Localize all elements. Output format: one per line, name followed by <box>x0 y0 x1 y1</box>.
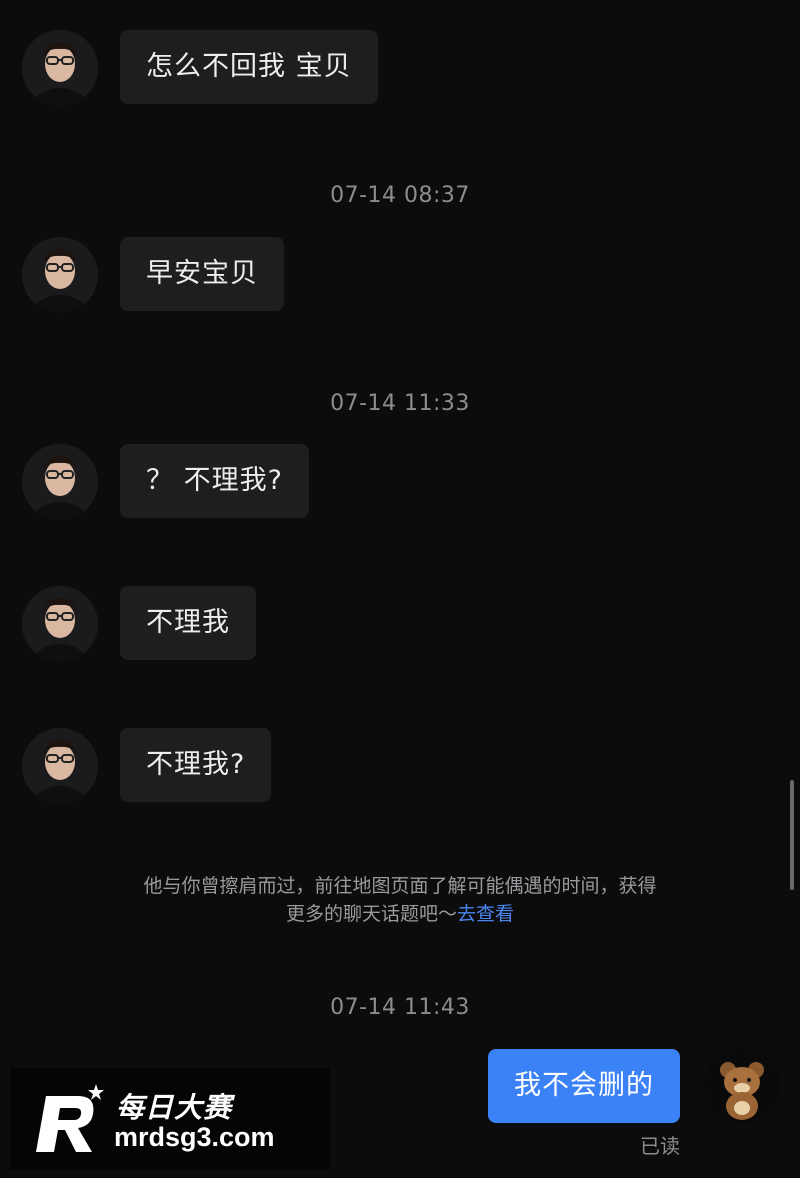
watermark-logo-icon <box>36 1084 104 1152</box>
contact-avatar[interactable] <box>22 237 98 313</box>
chat-screen: 怎么不回我 宝贝 07-14 08:37 早安宝贝 07-14 11:33 ？ … <box>0 0 800 1178</box>
read-status: 已读 <box>640 1134 680 1158</box>
contact-avatar[interactable] <box>22 728 98 804</box>
incoming-message-bubble[interactable]: 不理我 <box>120 586 256 660</box>
outgoing-message-bubble[interactable]: 我不会删的 <box>488 1049 680 1123</box>
watermark: 每日大赛 mrdsg3.com <box>10 1068 330 1170</box>
contact-avatar[interactable] <box>22 444 98 520</box>
incoming-message-bubble[interactable]: 怎么不回我 宝贝 <box>120 30 378 104</box>
contact-avatar[interactable] <box>22 30 98 106</box>
system-notice-line1: 他与你曾擦肩而过，前往地图页面了解可能偶遇的时间，获得 <box>143 875 657 897</box>
system-notice-text: 更多的聊天话题吧～ <box>285 903 457 925</box>
system-notice-line2: 更多的聊天话题吧～去查看 <box>90 900 710 928</box>
watermark-brand: 每日大赛 <box>116 1091 233 1124</box>
incoming-message-bubble[interactable]: 早安宝贝 <box>120 237 284 311</box>
contact-avatar[interactable] <box>22 586 98 662</box>
message-timestamp: 07-14 11:43 <box>330 995 470 1020</box>
incoming-message-bubble[interactable]: 不理我? <box>120 728 272 802</box>
message-timestamp: 07-14 08:37 <box>330 183 470 208</box>
view-map-link[interactable]: 去查看 <box>457 903 514 925</box>
scrollbar-thumb[interactable] <box>790 780 794 890</box>
my-avatar[interactable] <box>704 1048 780 1124</box>
message-timestamp: 07-14 11:33 <box>330 391 470 416</box>
incoming-message-bubble[interactable]: ？ 不理我? <box>120 444 309 518</box>
system-notice: 他与你曾擦肩而过，前往地图页面了解可能偶遇的时间，获得 更多的聊天话题吧～去查看 <box>90 872 710 928</box>
watermark-url: mrdsg3.com <box>114 1122 275 1152</box>
